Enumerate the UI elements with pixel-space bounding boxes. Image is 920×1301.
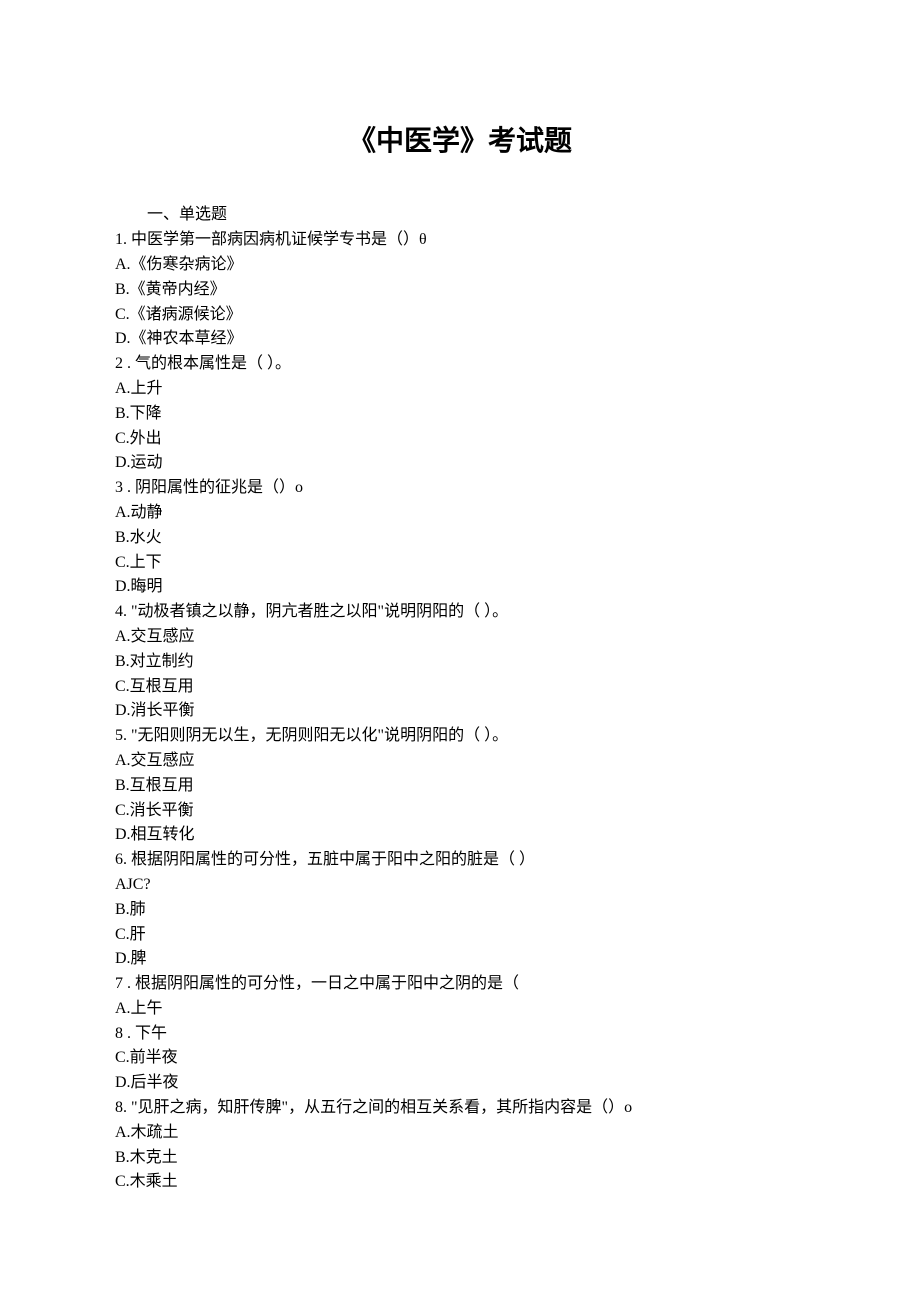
text-line: A.《伤寒杂病论》 bbox=[115, 253, 805, 278]
text-line: D.《神农本草经》 bbox=[115, 327, 805, 352]
text-line: A.交互感应 bbox=[115, 625, 805, 650]
text-line: C.肝 bbox=[115, 923, 805, 948]
text-line: B.对立制约 bbox=[115, 650, 805, 675]
text-line: D.后半夜 bbox=[115, 1071, 805, 1096]
text-line: C.《诸病源候论》 bbox=[115, 303, 805, 328]
text-line: B.《黄帝内经》 bbox=[115, 278, 805, 303]
text-line: 4. "动极者镇之以静，阴亢者胜之以阳"说明阴阳的（ ）。 bbox=[115, 600, 805, 625]
text-line: D.相互转化 bbox=[115, 823, 805, 848]
text-line: A.木疏土 bbox=[115, 1121, 805, 1146]
text-line: 2 . 气的根本属性是（ ）。 bbox=[115, 352, 805, 377]
text-line: C.外出 bbox=[115, 427, 805, 452]
text-line: A.交互感应 bbox=[115, 749, 805, 774]
question-list: 1. 中医学第一部病因病机证候学专书是（）θA.《伤寒杂病论》B.《黄帝内经》C… bbox=[115, 228, 805, 1195]
text-line: B.下降 bbox=[115, 402, 805, 427]
text-line: C.木乘土 bbox=[115, 1170, 805, 1195]
text-line: 8 . 下午 bbox=[115, 1022, 805, 1047]
text-line: 1. 中医学第一部病因病机证候学专书是（）θ bbox=[115, 228, 805, 253]
text-line: B.木克土 bbox=[115, 1146, 805, 1171]
section-heading: 一、单选题 bbox=[115, 203, 805, 228]
text-line: 7 . 根据阴阳属性的可分性，一日之中属于阳中之阴的是（ bbox=[115, 972, 805, 997]
text-line: B.水火 bbox=[115, 526, 805, 551]
text-line: D.晦明 bbox=[115, 575, 805, 600]
text-line: A.上午 bbox=[115, 997, 805, 1022]
text-line: B.肺 bbox=[115, 898, 805, 923]
text-line: C.上下 bbox=[115, 551, 805, 576]
text-line: C.前半夜 bbox=[115, 1046, 805, 1071]
text-line: B.互根互用 bbox=[115, 774, 805, 799]
text-line: A.上升 bbox=[115, 377, 805, 402]
text-line: D.消长平衡 bbox=[115, 699, 805, 724]
text-line: A.动静 bbox=[115, 501, 805, 526]
text-line: C.消长平衡 bbox=[115, 799, 805, 824]
text-line: 3 . 阴阳属性的征兆是（）o bbox=[115, 476, 805, 501]
text-line: D.脾 bbox=[115, 947, 805, 972]
text-line: D.运动 bbox=[115, 451, 805, 476]
text-line: 6. 根据阴阳属性的可分性，五脏中属于阳中之阳的脏是（ ） bbox=[115, 848, 805, 873]
text-line: 8. "见肝之病，知肝传脾"，从五行之间的相互关系看，其所指内容是（）o bbox=[115, 1096, 805, 1121]
text-line: 5. "无阳则阴无以生，无阴则阳无以化"说明阴阳的（ ）。 bbox=[115, 724, 805, 749]
text-line: C.互根互用 bbox=[115, 675, 805, 700]
text-line: AJC? bbox=[115, 873, 805, 898]
page-title: 《中医学》考试题 bbox=[115, 120, 805, 163]
